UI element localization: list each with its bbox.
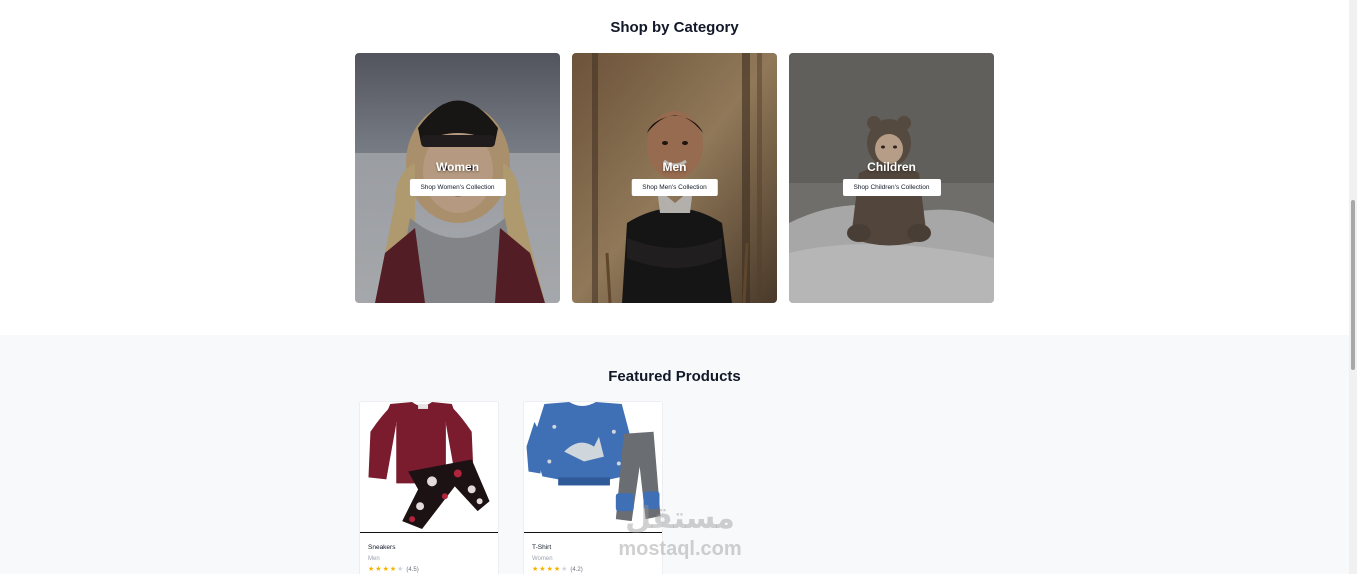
vertical-scrollbar[interactable] bbox=[1349, 0, 1357, 574]
product-name: Sneakers bbox=[368, 544, 396, 551]
category-overlay bbox=[572, 53, 777, 303]
star-icon: ★ bbox=[375, 566, 382, 573]
category-card-children[interactable]: Children Shop Children's Collection bbox=[789, 53, 994, 303]
product-category: Women bbox=[532, 556, 553, 562]
scrollbar-thumb[interactable] bbox=[1351, 200, 1355, 370]
category-name-women: Women bbox=[435, 160, 480, 174]
category-card-men[interactable]: Men Shop Men's Collection bbox=[572, 53, 777, 303]
product-name: T-Shirt bbox=[532, 544, 552, 551]
category-section-title: Shop by Category bbox=[610, 19, 739, 36]
star-icon: ★ bbox=[553, 566, 561, 573]
star-icon: ★ bbox=[397, 566, 404, 573]
rating-value: (4.5) bbox=[406, 566, 419, 573]
product-rating: ★ ★ ★ ★ ★ (4.5) bbox=[368, 566, 419, 573]
category-grid: Women Shop Women's Collection Men Shop M… bbox=[355, 53, 994, 303]
star-icon: ★ bbox=[382, 566, 389, 573]
rating-value: (4.2) bbox=[570, 566, 583, 573]
shop-women-button[interactable]: Shop Women's Collection bbox=[409, 179, 506, 196]
product-image bbox=[360, 402, 498, 533]
category-overlay bbox=[355, 53, 560, 303]
page: Shop by Category Women Shop Women's Coll… bbox=[0, 0, 1349, 574]
category-section: Shop by Category Women Shop Women's Coll… bbox=[0, 0, 1349, 335]
featured-products-title: Featured Products bbox=[608, 368, 741, 385]
product-card[interactable]: Sneakers Men ★ ★ ★ ★ ★ (4.5) bbox=[359, 401, 499, 574]
category-name-children: Children bbox=[867, 160, 916, 174]
category-overlay bbox=[789, 53, 994, 303]
category-name-men: Men bbox=[662, 160, 687, 174]
featured-products-section: Featured Products Sneakers Men ★ ★ ★ ★ ★… bbox=[0, 335, 1349, 574]
shop-children-button[interactable]: Shop Children's Collection bbox=[842, 179, 941, 196]
product-card[interactable]: T-Shirt Women ★ ★ ★ ★ ★ (4.2) bbox=[523, 401, 663, 574]
product-category: Men bbox=[368, 556, 380, 562]
star-icon: ★ bbox=[389, 566, 397, 573]
star-icon: ★ bbox=[539, 566, 546, 573]
product-image bbox=[524, 402, 662, 533]
star-icon: ★ bbox=[546, 566, 553, 573]
star-icon: ★ bbox=[561, 566, 568, 573]
star-icon: ★ bbox=[532, 566, 539, 573]
shop-men-button[interactable]: Shop Men's Collection bbox=[631, 179, 718, 196]
category-card-women[interactable]: Women Shop Women's Collection bbox=[355, 53, 560, 303]
product-rating: ★ ★ ★ ★ ★ (4.2) bbox=[532, 566, 583, 573]
star-icon: ★ bbox=[368, 566, 375, 573]
